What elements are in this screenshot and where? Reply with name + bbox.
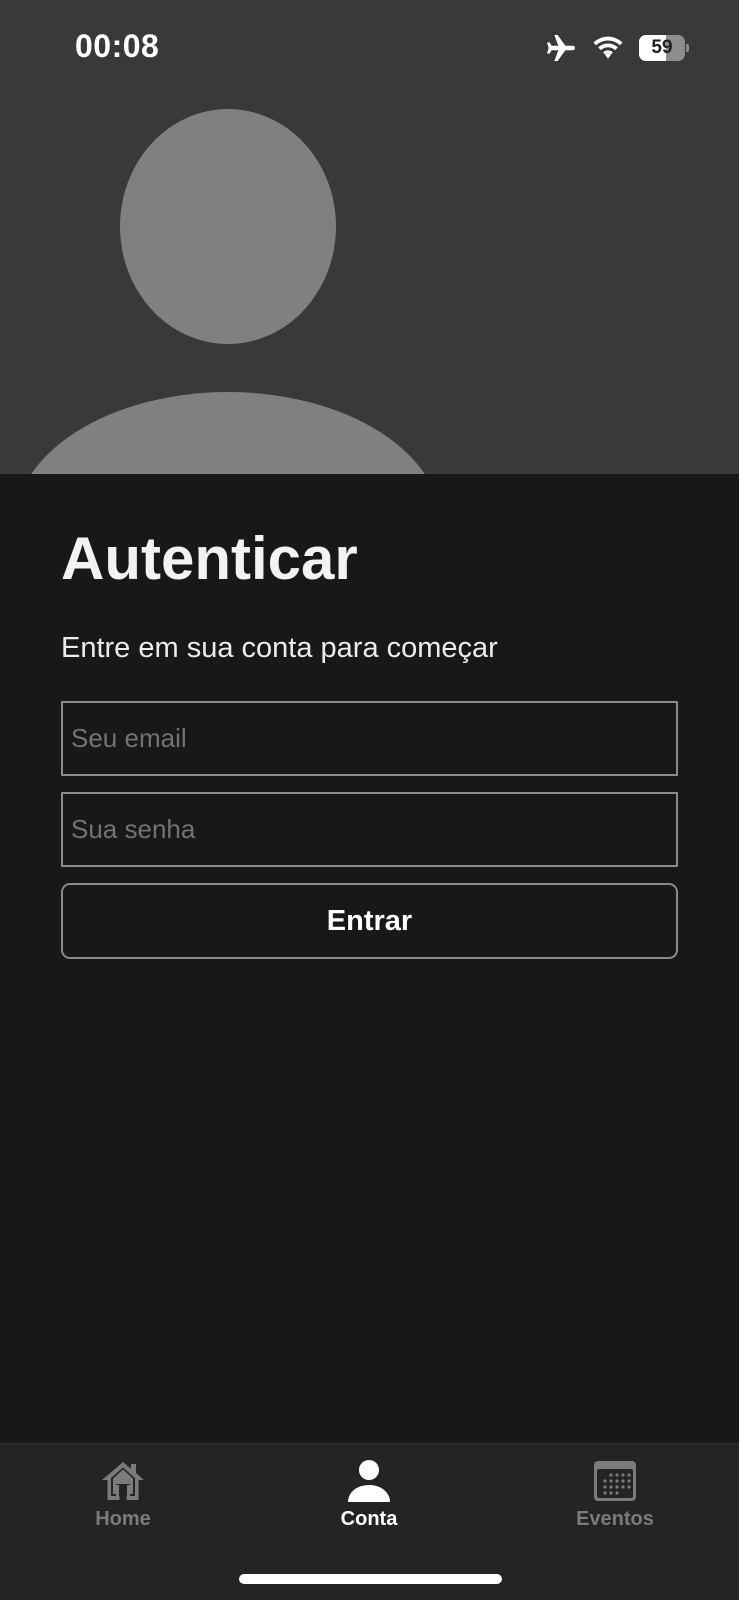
house-icon (102, 1462, 144, 1500)
home-indicator (239, 1574, 502, 1584)
status-time: 00:08 (75, 28, 160, 64)
page-subtitle: Entre em sua conta para começar (61, 632, 498, 664)
profile-header: 00:08 59 (0, 0, 739, 474)
password-field[interactable] (61, 792, 678, 867)
calendar-icon (594, 1461, 636, 1501)
tab-home-label: Home (95, 1508, 151, 1530)
battery-level-text: 59 (651, 37, 673, 58)
tab-conta-label: Conta (340, 1508, 398, 1530)
login-button[interactable]: Entrar (61, 883, 678, 959)
battery-tip (686, 44, 689, 52)
tab-eventos[interactable]: Eventos (535, 1458, 695, 1548)
status-icons: 59 (545, 34, 689, 62)
email-field[interactable] (61, 701, 678, 776)
login-screen: 00:08 59 Autenticar Entre em sua conta p… (0, 0, 739, 1600)
tab-eventos-label: Eventos (576, 1508, 654, 1530)
avatar-placeholder-head (120, 109, 336, 344)
tab-conta[interactable]: Conta (289, 1458, 449, 1548)
wifi-icon (593, 36, 623, 59)
battery-indicator: 59 (639, 35, 689, 61)
page-title: Autenticar (61, 525, 358, 592)
airplane-mode-icon (547, 35, 575, 61)
person-icon (348, 1460, 390, 1502)
tab-home[interactable]: Home (43, 1458, 203, 1548)
avatar-placeholder-body (14, 392, 442, 474)
status-bar: 00:08 59 (0, 0, 739, 100)
